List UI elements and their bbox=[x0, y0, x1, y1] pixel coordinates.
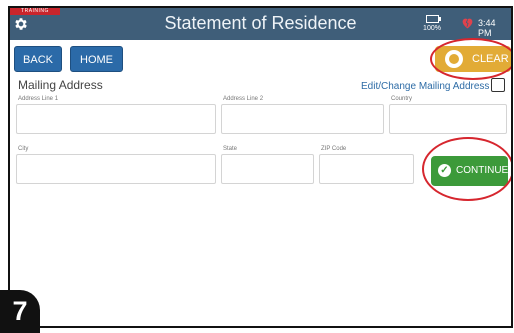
battery-icon bbox=[425, 15, 441, 23]
clear-highlight-ring bbox=[430, 38, 511, 80]
zip-code-input[interactable] bbox=[319, 154, 414, 184]
state-input[interactable] bbox=[221, 154, 314, 184]
edit-change-mailing-address-label[interactable]: Edit/Change Mailing Address bbox=[361, 81, 489, 92]
edit-change-checkbox[interactable] bbox=[491, 78, 505, 92]
state-label: State bbox=[223, 146, 238, 152]
continue-highlight-ring bbox=[422, 137, 511, 201]
address-line1-label: Address Line 1 bbox=[18, 96, 59, 102]
country-input[interactable] bbox=[389, 104, 507, 134]
back-button[interactable]: BACK bbox=[14, 46, 62, 72]
zip-code-label: ZIP Code bbox=[321, 146, 347, 152]
battery-status: 100% bbox=[422, 15, 442, 32]
section-title: Mailing Address bbox=[18, 78, 103, 92]
address-line1-input[interactable] bbox=[16, 104, 216, 134]
app-window: TRAINING Statement of Residence 100% 3:4… bbox=[8, 6, 513, 328]
step-number-badge: 7 bbox=[0, 290, 40, 333]
city-label: City bbox=[18, 146, 29, 152]
heart-icon bbox=[462, 18, 473, 29]
home-button[interactable]: HOME bbox=[70, 46, 123, 72]
clock: 3:44 PM bbox=[478, 18, 496, 38]
address-line2-label: Address Line 2 bbox=[223, 96, 264, 102]
country-label: Country bbox=[391, 96, 413, 102]
address-line2-input[interactable] bbox=[221, 104, 384, 134]
city-input[interactable] bbox=[16, 154, 216, 184]
header-bar: TRAINING Statement of Residence 100% 3:4… bbox=[10, 8, 511, 40]
battery-level: 100% bbox=[423, 25, 441, 32]
